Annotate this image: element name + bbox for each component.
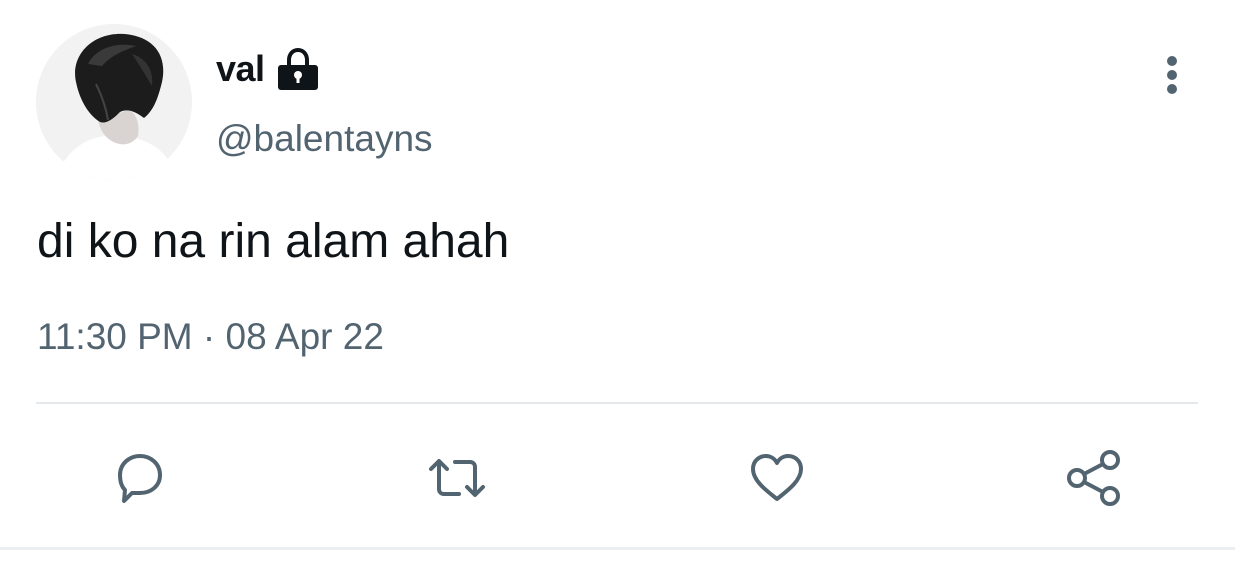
profile-photo xyxy=(36,24,192,180)
retweet-button[interactable] xyxy=(425,446,489,510)
tweet-date: 08 Apr 22 xyxy=(225,316,384,357)
share-icon xyxy=(1067,450,1120,506)
like-button[interactable] xyxy=(745,446,809,510)
retweet-icon xyxy=(429,459,485,497)
display-name[interactable]: val xyxy=(216,48,265,90)
tweet-card: val @balentayns di ko na rin alam ahah 1… xyxy=(0,0,1235,567)
lock-icon xyxy=(275,46,321,92)
reply-button[interactable] xyxy=(108,446,172,510)
avatar[interactable] xyxy=(36,24,192,180)
timestamp[interactable]: 11:30 PM · 08 Apr 22 xyxy=(37,316,384,358)
timestamp-separator: · xyxy=(192,316,226,357)
bottom-divider xyxy=(0,547,1235,550)
divider xyxy=(36,402,1198,404)
more-options-button[interactable] xyxy=(1150,50,1194,100)
tweet-time: 11:30 PM xyxy=(37,316,193,357)
more-vertical-icon xyxy=(1167,56,1177,94)
heart-icon xyxy=(751,454,803,501)
tweet-text: di ko na rin alam ahah xyxy=(37,215,510,268)
display-name-row: val xyxy=(216,44,321,94)
reply-bubble-icon xyxy=(118,454,162,503)
user-handle[interactable]: @balentayns xyxy=(216,118,433,160)
share-button[interactable] xyxy=(1062,446,1126,510)
